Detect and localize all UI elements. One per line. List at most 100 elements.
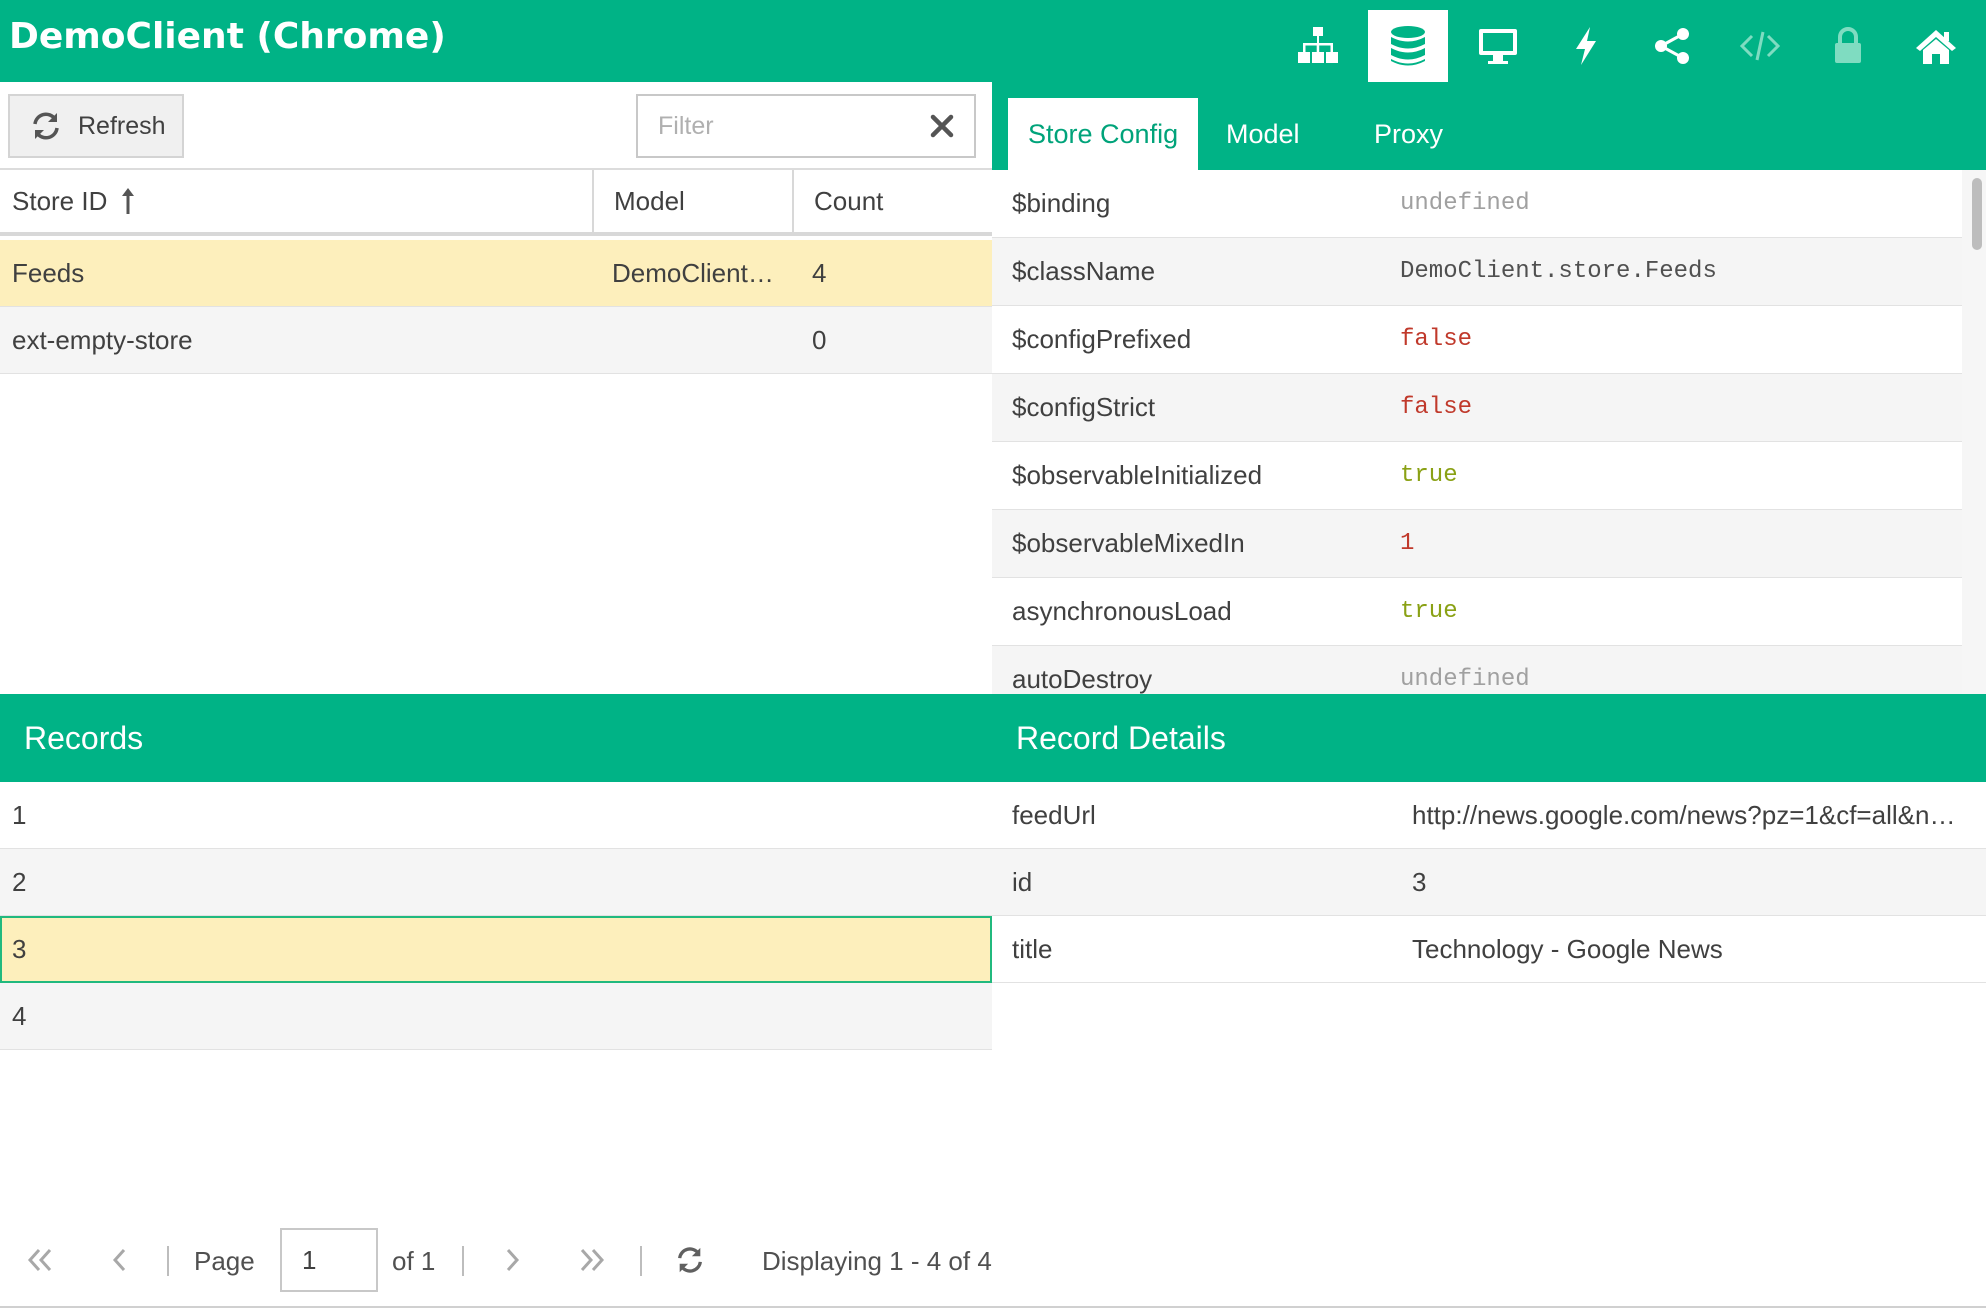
database-icon <box>1391 26 1425 66</box>
store-toolbar: Refresh <box>0 82 992 170</box>
config-row[interactable]: asynchronousLoad true <box>992 578 1962 646</box>
reload-page-button[interactable] <box>668 1238 712 1282</box>
config-key: $observableMixedIn <box>1012 528 1245 558</box>
record-row[interactable]: 2 <box>0 849 992 916</box>
config-tab-bar: Store Config Model Proxy <box>992 82 1986 170</box>
detail-key: id <box>1012 866 1033 897</box>
record-detail-row: title Technology - Google News <box>992 916 1986 983</box>
record-details-header: Record Details <box>992 694 1986 782</box>
store-model-cell <box>612 307 780 373</box>
record-details-title: Record Details <box>1016 719 1226 756</box>
page-label: Page <box>194 1245 255 1276</box>
config-value: true <box>1400 462 1458 489</box>
store-row[interactable]: ext-empty-store 0 <box>0 307 992 374</box>
clear-filter-icon[interactable] <box>928 112 956 140</box>
nav-share-button[interactable] <box>1632 10 1712 82</box>
config-key: $binding <box>1012 188 1111 218</box>
nav-lock-button[interactable] <box>1808 10 1888 82</box>
config-row[interactable]: $binding undefined <box>992 170 1962 238</box>
detail-value: Technology - Google News <box>1412 916 1968 982</box>
config-key: autoDestroy <box>1012 664 1153 694</box>
detail-value-text: 3 <box>1412 866 1427 897</box>
detail-key: title <box>1012 933 1053 964</box>
config-row[interactable]: $observableInitialized true <box>992 442 1962 510</box>
previous-page-button[interactable] <box>98 1238 142 1282</box>
sort-ascending-icon <box>122 188 135 214</box>
store-config-grid: $binding undefined $className DemoClient… <box>992 170 1962 694</box>
record-detail-row: id 3 <box>992 849 1986 916</box>
refresh-button[interactable]: Refresh <box>8 94 184 158</box>
bolt-icon <box>1576 27 1596 65</box>
config-value: 1 <box>1400 530 1415 557</box>
toolbar-separator <box>640 1246 642 1276</box>
config-row[interactable]: $configStrict false <box>992 374 1962 442</box>
last-page-button[interactable] <box>570 1238 614 1282</box>
nav-code-button[interactable] <box>1720 10 1800 82</box>
home-icon <box>1916 30 1956 64</box>
config-scrollbar[interactable] <box>1962 170 1986 694</box>
record-row[interactable]: 1 <box>0 782 992 849</box>
record-row[interactable]: 3 <box>0 916 992 983</box>
config-row[interactable]: $observableMixedIn 1 <box>992 510 1962 578</box>
toolbar-separator <box>167 1246 169 1276</box>
config-value: undefined <box>1400 190 1530 217</box>
config-value: true <box>1400 598 1458 625</box>
page-count-label: of 1 <box>392 1245 436 1276</box>
nav-stores-button[interactable] <box>1368 10 1448 82</box>
double-chevron-left-icon <box>27 1248 52 1272</box>
record-label: 3 <box>12 933 27 964</box>
config-row[interactable]: $configPrefixed false <box>992 306 1962 374</box>
chevron-left-icon <box>112 1248 126 1272</box>
config-row[interactable]: autoDestroy undefined <box>992 646 1962 694</box>
app-header: DemoClient (Chrome) <box>0 0 1986 82</box>
store-count-cell: 4 <box>812 257 827 288</box>
store-grid-header: Store ID Model Count <box>0 170 992 236</box>
double-chevron-right-icon <box>580 1248 605 1272</box>
config-scroll-thumb[interactable] <box>1972 178 1982 250</box>
store-row[interactable]: Feeds DemoClient… 4 <box>0 240 992 307</box>
config-key: asynchronousLoad <box>1012 596 1232 626</box>
first-page-button[interactable] <box>18 1238 62 1282</box>
column-header-store-id[interactable]: Store ID <box>0 170 592 232</box>
nav-component-tree-button[interactable] <box>1278 10 1358 82</box>
detail-value-text: Technology - Google News <box>1412 933 1723 964</box>
records-header: Records <box>0 694 992 782</box>
app-title: DemoClient (Chrome) <box>9 16 446 57</box>
chevron-right-icon <box>506 1248 520 1272</box>
column-label-count: Count <box>814 185 884 216</box>
page-number-input[interactable] <box>280 1228 378 1292</box>
sitemap-icon <box>1298 27 1338 63</box>
config-value: false <box>1400 326 1473 353</box>
tab-proxy[interactable]: Proxy <box>1354 98 1463 170</box>
refresh-label: Refresh <box>78 111 166 140</box>
paging-toolbar: Page of 1 Displaying 1 - 4 of 4 <box>0 1214 992 1308</box>
store-count-cell: 0 <box>812 324 827 355</box>
config-key: $configStrict <box>1012 392 1156 422</box>
store-model-cell: DemoClient… <box>612 257 774 288</box>
config-row[interactable]: $className DemoClient.store.Feeds <box>992 238 1962 306</box>
detail-value: 3 <box>1412 849 1968 915</box>
detail-key: feedUrl <box>1012 799 1096 830</box>
next-page-button[interactable] <box>490 1238 534 1282</box>
column-label-model: Model <box>614 185 685 216</box>
nav-events-button[interactable] <box>1546 10 1626 82</box>
record-label: 2 <box>12 866 27 897</box>
desktop-icon <box>1479 29 1517 64</box>
record-detail-row: feedUrl http://news.google.com/news?pz=1… <box>992 782 1986 849</box>
toolbar-separator <box>462 1246 464 1276</box>
column-header-count[interactable]: Count <box>792 170 992 232</box>
filter-input[interactable] <box>638 96 918 156</box>
filter-field <box>636 94 976 158</box>
tab-store-config[interactable]: Store Config <box>1008 98 1198 170</box>
record-row[interactable]: 4 <box>0 983 992 1050</box>
share-icon <box>1655 28 1689 64</box>
detail-value: http://news.google.com/news?pz=1&cf=all&… <box>1412 782 1968 848</box>
column-header-model[interactable]: Model <box>592 170 792 232</box>
nav-layouts-button[interactable] <box>1458 10 1538 82</box>
refresh-icon <box>678 1247 702 1273</box>
nav-home-button[interactable] <box>1896 10 1976 82</box>
config-value: DemoClient.store.Feeds <box>1400 258 1717 285</box>
tab-model[interactable]: Model <box>1206 98 1320 170</box>
config-value: undefined <box>1400 666 1530 693</box>
config-key: $configPrefixed <box>1012 324 1192 354</box>
